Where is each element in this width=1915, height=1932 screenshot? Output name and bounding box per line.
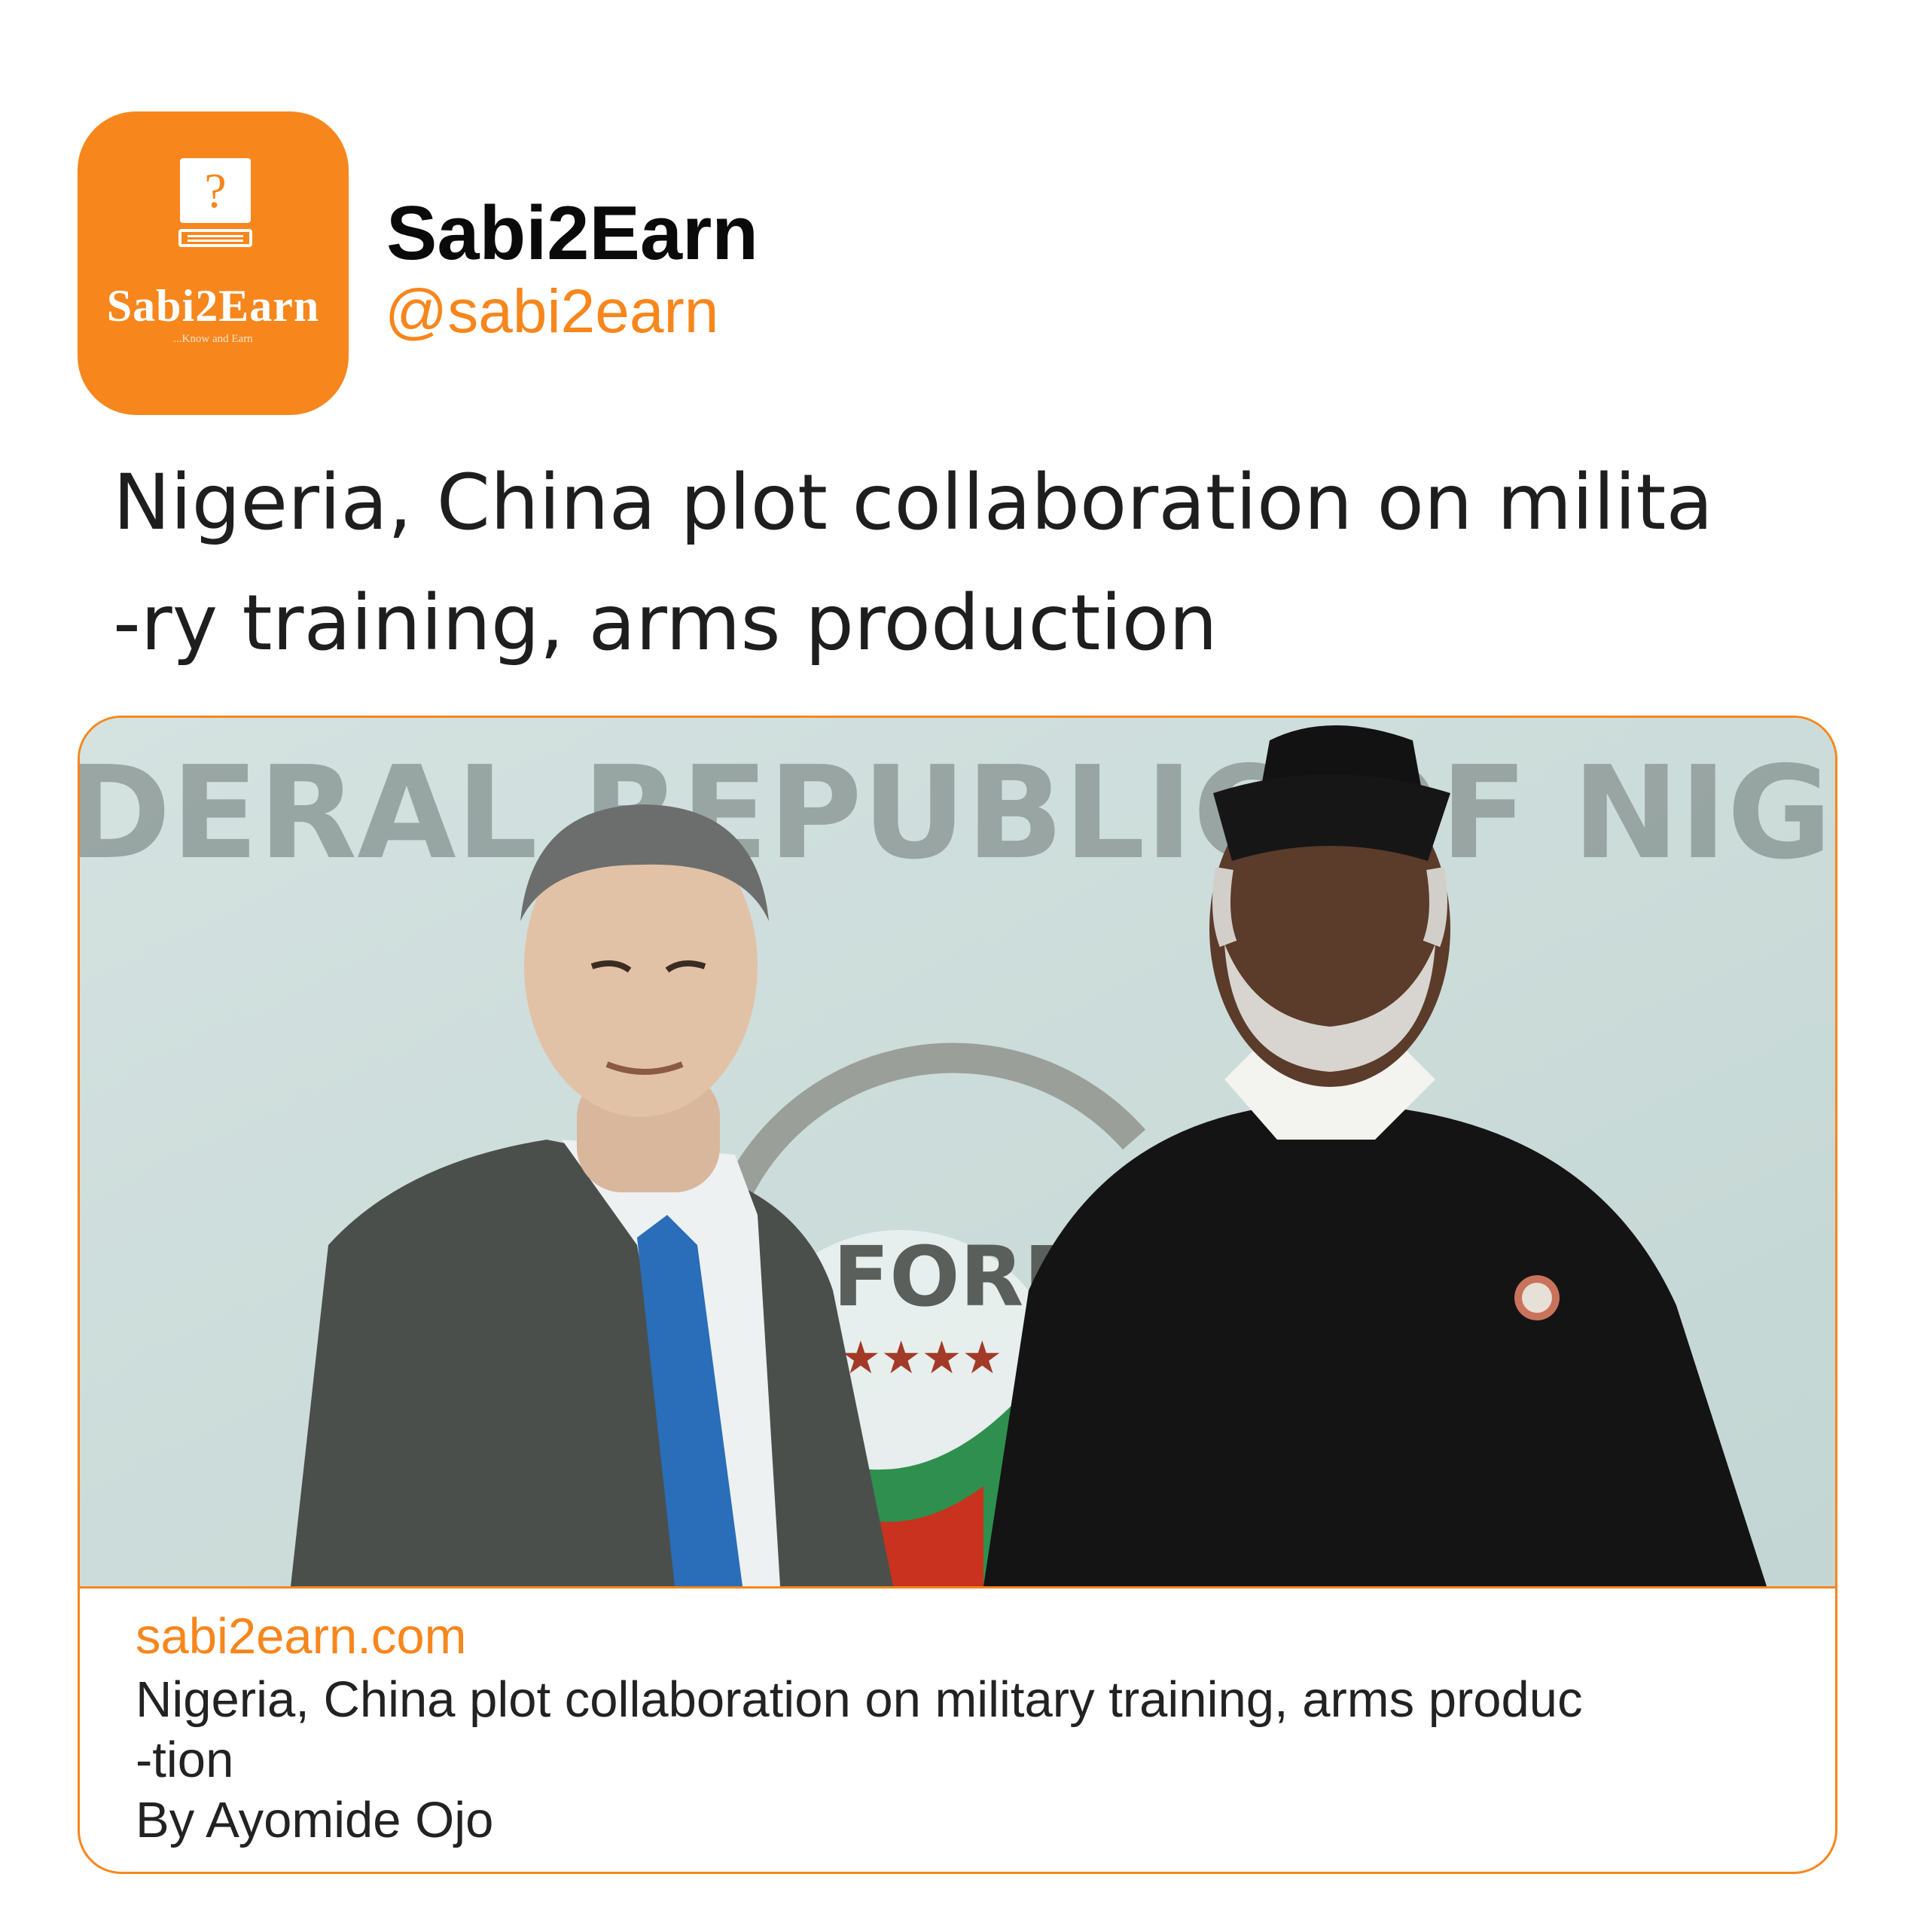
svg-text:★★★★: ★★★★ [840,1332,1002,1384]
avatar-logo-text: Sabi2Earn [106,281,320,331]
article-photo[interactable]: DERAL REPUBLIC OF NIGE FORE ★★★★ [80,718,1837,1586]
avatar-logo-tagline: ...Know and Earn [173,333,253,345]
card-byline: By Ayomide Ojo [136,1792,494,1848]
card-title[interactable]: Nigeria, China plot collaboration on mil… [136,1670,1792,1790]
account-avatar[interactable]: ? Sabi2Earn ...Know and Earn [78,111,349,415]
account-name[interactable]: Sabi2Earn [386,192,758,275]
post-headline: Nigeria, China plot collaboration on mil… [113,443,1883,684]
sign-text: DERAL REPUBLIC OF NIGE [80,739,1837,888]
card-domain[interactable]: sabi2earn.com [136,1607,1792,1667]
card-title-line-2: -tion [136,1732,234,1788]
card-title-line-1: Nigeria, China plot collaboration on mil… [136,1671,1583,1728]
book-question-icon: ? [180,158,251,223]
headline-line-2: -ry training, arms production [113,578,1218,668]
card-divider [80,1586,1835,1589]
question-mark-glyph: ? [204,163,227,218]
account-handle[interactable]: @sabi2earn [385,274,718,349]
link-preview-card[interactable]: DERAL REPUBLIC OF NIGE FORE ★★★★ sabi2ea… [78,716,1837,1874]
card-text-block[interactable]: sabi2earn.com Nigeria, China plot collab… [136,1607,1792,1851]
book-pages-icon [178,229,252,247]
headline-line-1: Nigeria, China plot collaboration on mil… [113,458,1713,548]
photo-illustration: DERAL REPUBLIC OF NIGE FORE ★★★★ [80,718,1837,1586]
